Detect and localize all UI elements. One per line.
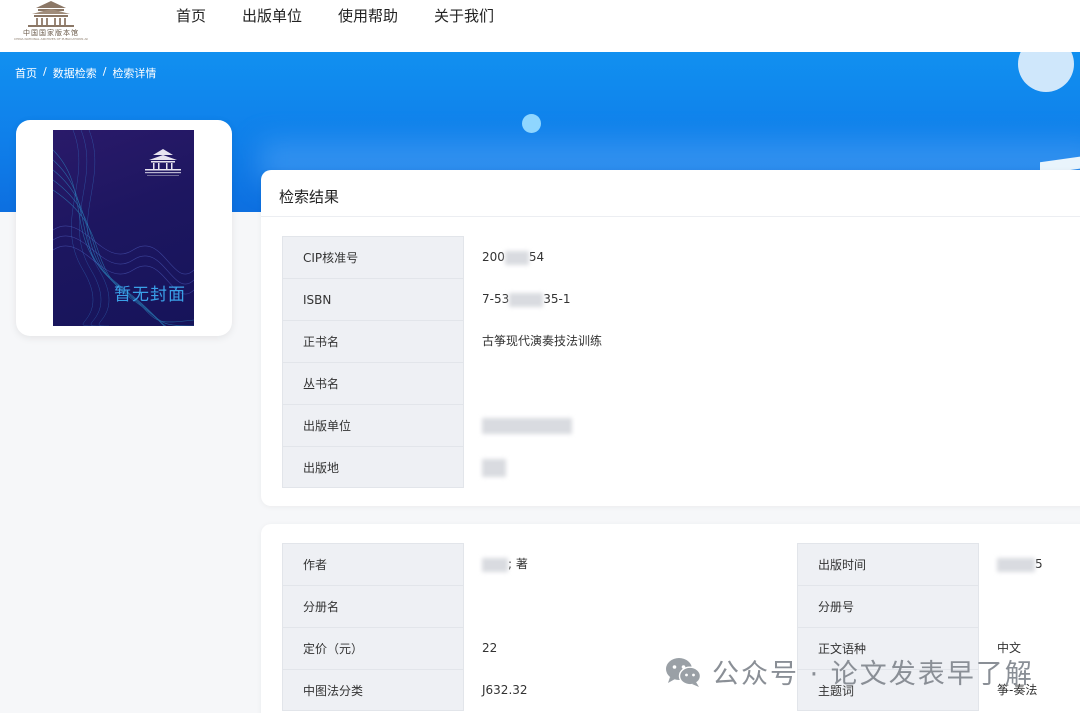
row-label-publisher: 出版单位 xyxy=(282,404,464,446)
result-card: 检索结果 CIP核准号 200 54 ISBN 7-53 35-1 正书名 古筝现代… xyxy=(261,170,1080,506)
result-table: CIP核准号 200 54 ISBN 7-53 35-1 正书名 古筝现代演奏技法训… xyxy=(282,236,1024,488)
museum-logo-icon xyxy=(28,1,74,27)
table-row: 正书名 古筝现代演奏技法训练 xyxy=(282,320,1024,362)
cover-card: 暂无封面 xyxy=(16,120,232,336)
table-row: 分册号 xyxy=(797,585,1079,627)
row-label-cip: CIP核准号 xyxy=(282,236,464,278)
row-value-volume-name xyxy=(464,585,764,627)
breadcrumb-home[interactable]: 首页 xyxy=(15,65,37,81)
value-visible-end: 54 xyxy=(528,250,545,264)
row-value-author: ; 著 xyxy=(464,543,764,585)
banner-decor-circle xyxy=(1018,52,1074,92)
table-row: 作者 ; 著 xyxy=(282,543,764,585)
result-title: 检索结果 xyxy=(279,188,340,206)
row-label-classification: 中图法分类 xyxy=(282,669,464,711)
row-value-title: 古筝现代演奏技法训练 xyxy=(482,334,603,348)
divider xyxy=(261,216,1080,217)
main-nav: 首页 出版单位 使用帮助 关于我们 xyxy=(176,6,530,26)
breadcrumb-separator: / xyxy=(102,65,107,78)
value-visible-start: 7-53 xyxy=(482,292,510,306)
nav-publishers[interactable]: 出版单位 xyxy=(242,6,302,26)
table-row: 丛书名 xyxy=(282,362,1024,404)
wechat-icon xyxy=(666,657,702,687)
table-row: 出版地 xyxy=(282,446,1024,488)
watermark-text: 公众号 · 论文发表早了解 xyxy=(712,659,1034,690)
site-logo[interactable]: 中国国家版本馆 CHINA NATIONAL ARCHIVES OF PUBLI… xyxy=(14,0,88,42)
redacted-block xyxy=(482,458,506,477)
breadcrumb: 首页 / 数据检索 / 检索详情 xyxy=(15,65,156,81)
row-label-isbn: ISBN xyxy=(282,278,464,320)
nav-about[interactable]: 关于我们 xyxy=(434,6,494,26)
breadcrumb-separator: / xyxy=(43,65,47,78)
row-value-volume-no xyxy=(979,585,1079,627)
top-navigation-bar: 中国国家版本馆 CHINA NATIONAL ARCHIVES OF PUBLI… xyxy=(0,0,1080,52)
row-label-series: 丛书名 xyxy=(282,362,464,404)
row-label-place: 出版地 xyxy=(282,446,464,488)
logo-subtext: CHINA NATIONAL ARCHIVES OF PUBLICATIONS … xyxy=(14,37,88,41)
cover-logo-icon xyxy=(145,149,181,176)
row-value-place xyxy=(464,446,1024,488)
row-value-isbn: 7-53 35-1 xyxy=(464,278,1024,320)
banner-decor-dot xyxy=(522,114,541,133)
nav-help[interactable]: 使用帮助 xyxy=(338,6,398,26)
table-row: 出版单位 xyxy=(282,404,1024,446)
author-role: ; 著 xyxy=(508,557,528,571)
table-row: ISBN 7-53 35-1 xyxy=(282,278,1024,320)
redacted-block xyxy=(482,557,508,572)
breadcrumb-search[interactable]: 数据检索 xyxy=(53,65,97,81)
redacted-block xyxy=(997,557,1035,572)
row-value-series xyxy=(464,362,1024,404)
value-visible-end: 5 xyxy=(1035,557,1043,571)
no-cover-text: 暂无封面 xyxy=(114,285,186,305)
table-row: CIP核准号 200 54 xyxy=(282,236,1024,278)
row-value-publisher xyxy=(464,404,1024,446)
row-label-title: 正书名 xyxy=(282,320,464,362)
nav-home[interactable]: 首页 xyxy=(176,6,206,26)
value-visible-start: 200 xyxy=(482,250,505,264)
table-row: 分册名 xyxy=(282,585,764,627)
value-visible-end: 35-1 xyxy=(543,292,571,306)
row-label-volume-no: 分册号 xyxy=(797,585,979,627)
row-label-pub-date: 出版时间 xyxy=(797,543,979,585)
row-label-author: 作者 xyxy=(282,543,464,585)
book-cover-placeholder: 暂无封面 xyxy=(53,130,194,326)
row-label-volume-name: 分册名 xyxy=(282,585,464,627)
breadcrumb-current: 检索详情 xyxy=(112,67,157,80)
table-row: 出版时间 5 xyxy=(797,543,1079,585)
redacted-block xyxy=(482,417,572,434)
row-value-pub-date: 5 xyxy=(979,543,1079,585)
redacted-block xyxy=(504,250,529,265)
row-label-price: 定价（元） xyxy=(282,627,464,669)
wechat-watermark: 公众号 · 论文发表早了解 xyxy=(664,652,1034,691)
redacted-block xyxy=(509,292,544,307)
row-value-cip: 200 54 xyxy=(464,236,1024,278)
